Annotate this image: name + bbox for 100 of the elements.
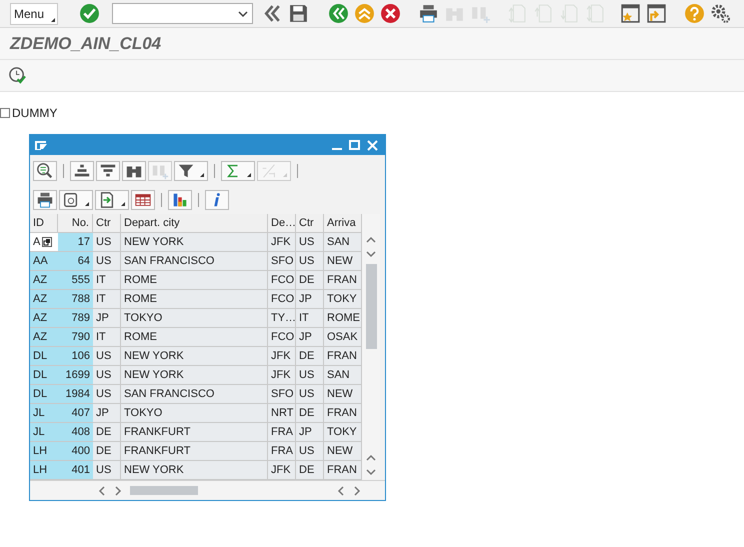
back-button[interactable] [327,2,349,24]
table-cell: FRANKFURT [121,442,268,461]
table-cell: 1699 [58,366,93,385]
table-cell: JFK [268,233,296,252]
sum-button[interactable] [221,161,255,181]
execute-button[interactable] [6,64,28,86]
table-cell: NEW [324,442,362,461]
table-cell: 789 [58,309,93,328]
table-cell: TY… [268,309,296,328]
scroll-left-icon[interactable] [337,486,345,496]
layout-button[interactable] [131,190,155,210]
table-cell: SAN FRANCISCO [121,252,268,271]
table-cell: US [296,385,324,404]
table-cell: FRAN [324,271,362,290]
table-cell: NEW YORK [121,233,268,252]
table-cell: US [296,252,324,271]
scroll-down-icon[interactable] [366,250,376,258]
print-button[interactable] [33,190,57,210]
table-cell: US [296,233,324,252]
table-cell: AZ [30,290,58,309]
table-cell: AA [30,252,58,271]
table-cell: DE [93,423,121,442]
settings-button[interactable] [709,2,731,24]
table-cell: FCO [268,290,296,309]
table-cell: DE [93,442,121,461]
scroll-left-icon[interactable] [98,486,106,496]
table-cell: SAN [324,233,362,252]
input-field[interactable]: A [30,233,58,252]
print-button[interactable] [417,2,439,24]
views-button[interactable] [59,190,93,210]
table-cell: NEW YORK [121,461,268,480]
funnel-icon [177,162,195,180]
table-cell: JL [30,404,58,423]
sort-ascending-button[interactable] [70,161,94,181]
table-cell: FRA [268,442,296,461]
table-cell: NEW [324,385,362,404]
command-field[interactable] [112,3,253,24]
table-cell: ROME [121,290,268,309]
graphic-button[interactable] [168,190,192,210]
table-cell: IT [93,328,121,347]
close-icon [366,140,378,150]
info-button[interactable] [205,190,229,210]
find-button[interactable] [122,161,146,181]
table-cell: JP [296,290,324,309]
table-cell: JL [30,423,58,442]
table-cell: IT [93,290,121,309]
table-cell: 401 [58,461,93,480]
back-icon [328,3,348,24]
save-button[interactable] [287,2,309,24]
checkbox-label: DUMMY [12,105,58,122]
table-cell: NEW YORK [121,347,268,366]
grid-table-icon [134,191,152,209]
table-cell: ROME [324,309,362,328]
table-cell: IT [93,271,121,290]
cancel-button[interactable] [379,2,401,24]
enter-button[interactable] [78,2,100,24]
sort-descending-button[interactable] [96,161,120,181]
scroll-thumb[interactable] [130,486,198,495]
gears-icon [710,3,730,24]
table-cell: 17 [58,233,93,252]
table-cell: NEW [324,252,362,271]
new-session-button[interactable] [619,2,641,24]
window-title: ZDEMO_AIN_CL04 [10,32,162,55]
table-cell: 408 [58,423,93,442]
table-cell: 555 [58,271,93,290]
table-cell: FCO [268,328,296,347]
double-chevron-icon [262,3,282,24]
printer-icon [418,3,438,24]
table-cell: JFK [268,366,296,385]
table-cell: AZ [30,271,58,290]
checkbox[interactable] [0,108,10,118]
table-cell: JFK [268,461,296,480]
table-cell: 64 [58,252,93,271]
table-cell: NRT [268,404,296,423]
menu-button[interactable]: Menu [10,2,58,24]
scroll-thumb[interactable] [366,264,376,349]
scroll-right-icon[interactable] [353,486,361,496]
table-cell: 788 [58,290,93,309]
scroll-up-icon[interactable] [366,236,376,244]
shortcut-button[interactable] [645,2,667,24]
table-cell: US [93,366,121,385]
table-cell: FRAN [324,461,362,480]
scroll-right-icon[interactable] [114,486,122,496]
dropdown-icon[interactable] [238,10,248,18]
table-cell: LH [30,442,58,461]
table-cell: SFO [268,385,296,404]
table-cell: JFK [268,347,296,366]
details-button[interactable] [33,161,57,181]
maximize-icon [348,140,360,150]
table-cell: DE [296,461,324,480]
value-help-icon[interactable] [42,237,52,247]
filter-button[interactable] [174,161,208,181]
table-cell: 407 [58,404,93,423]
export-button[interactable] [95,190,129,210]
table-cell: US [93,385,121,404]
table-cell: FRANKFURT [121,423,268,442]
cancel-icon [380,3,400,24]
table-cell: TOKYO [121,404,268,423]
scroll-down-icon[interactable] [366,468,376,476]
scroll-up-icon[interactable] [366,454,376,462]
